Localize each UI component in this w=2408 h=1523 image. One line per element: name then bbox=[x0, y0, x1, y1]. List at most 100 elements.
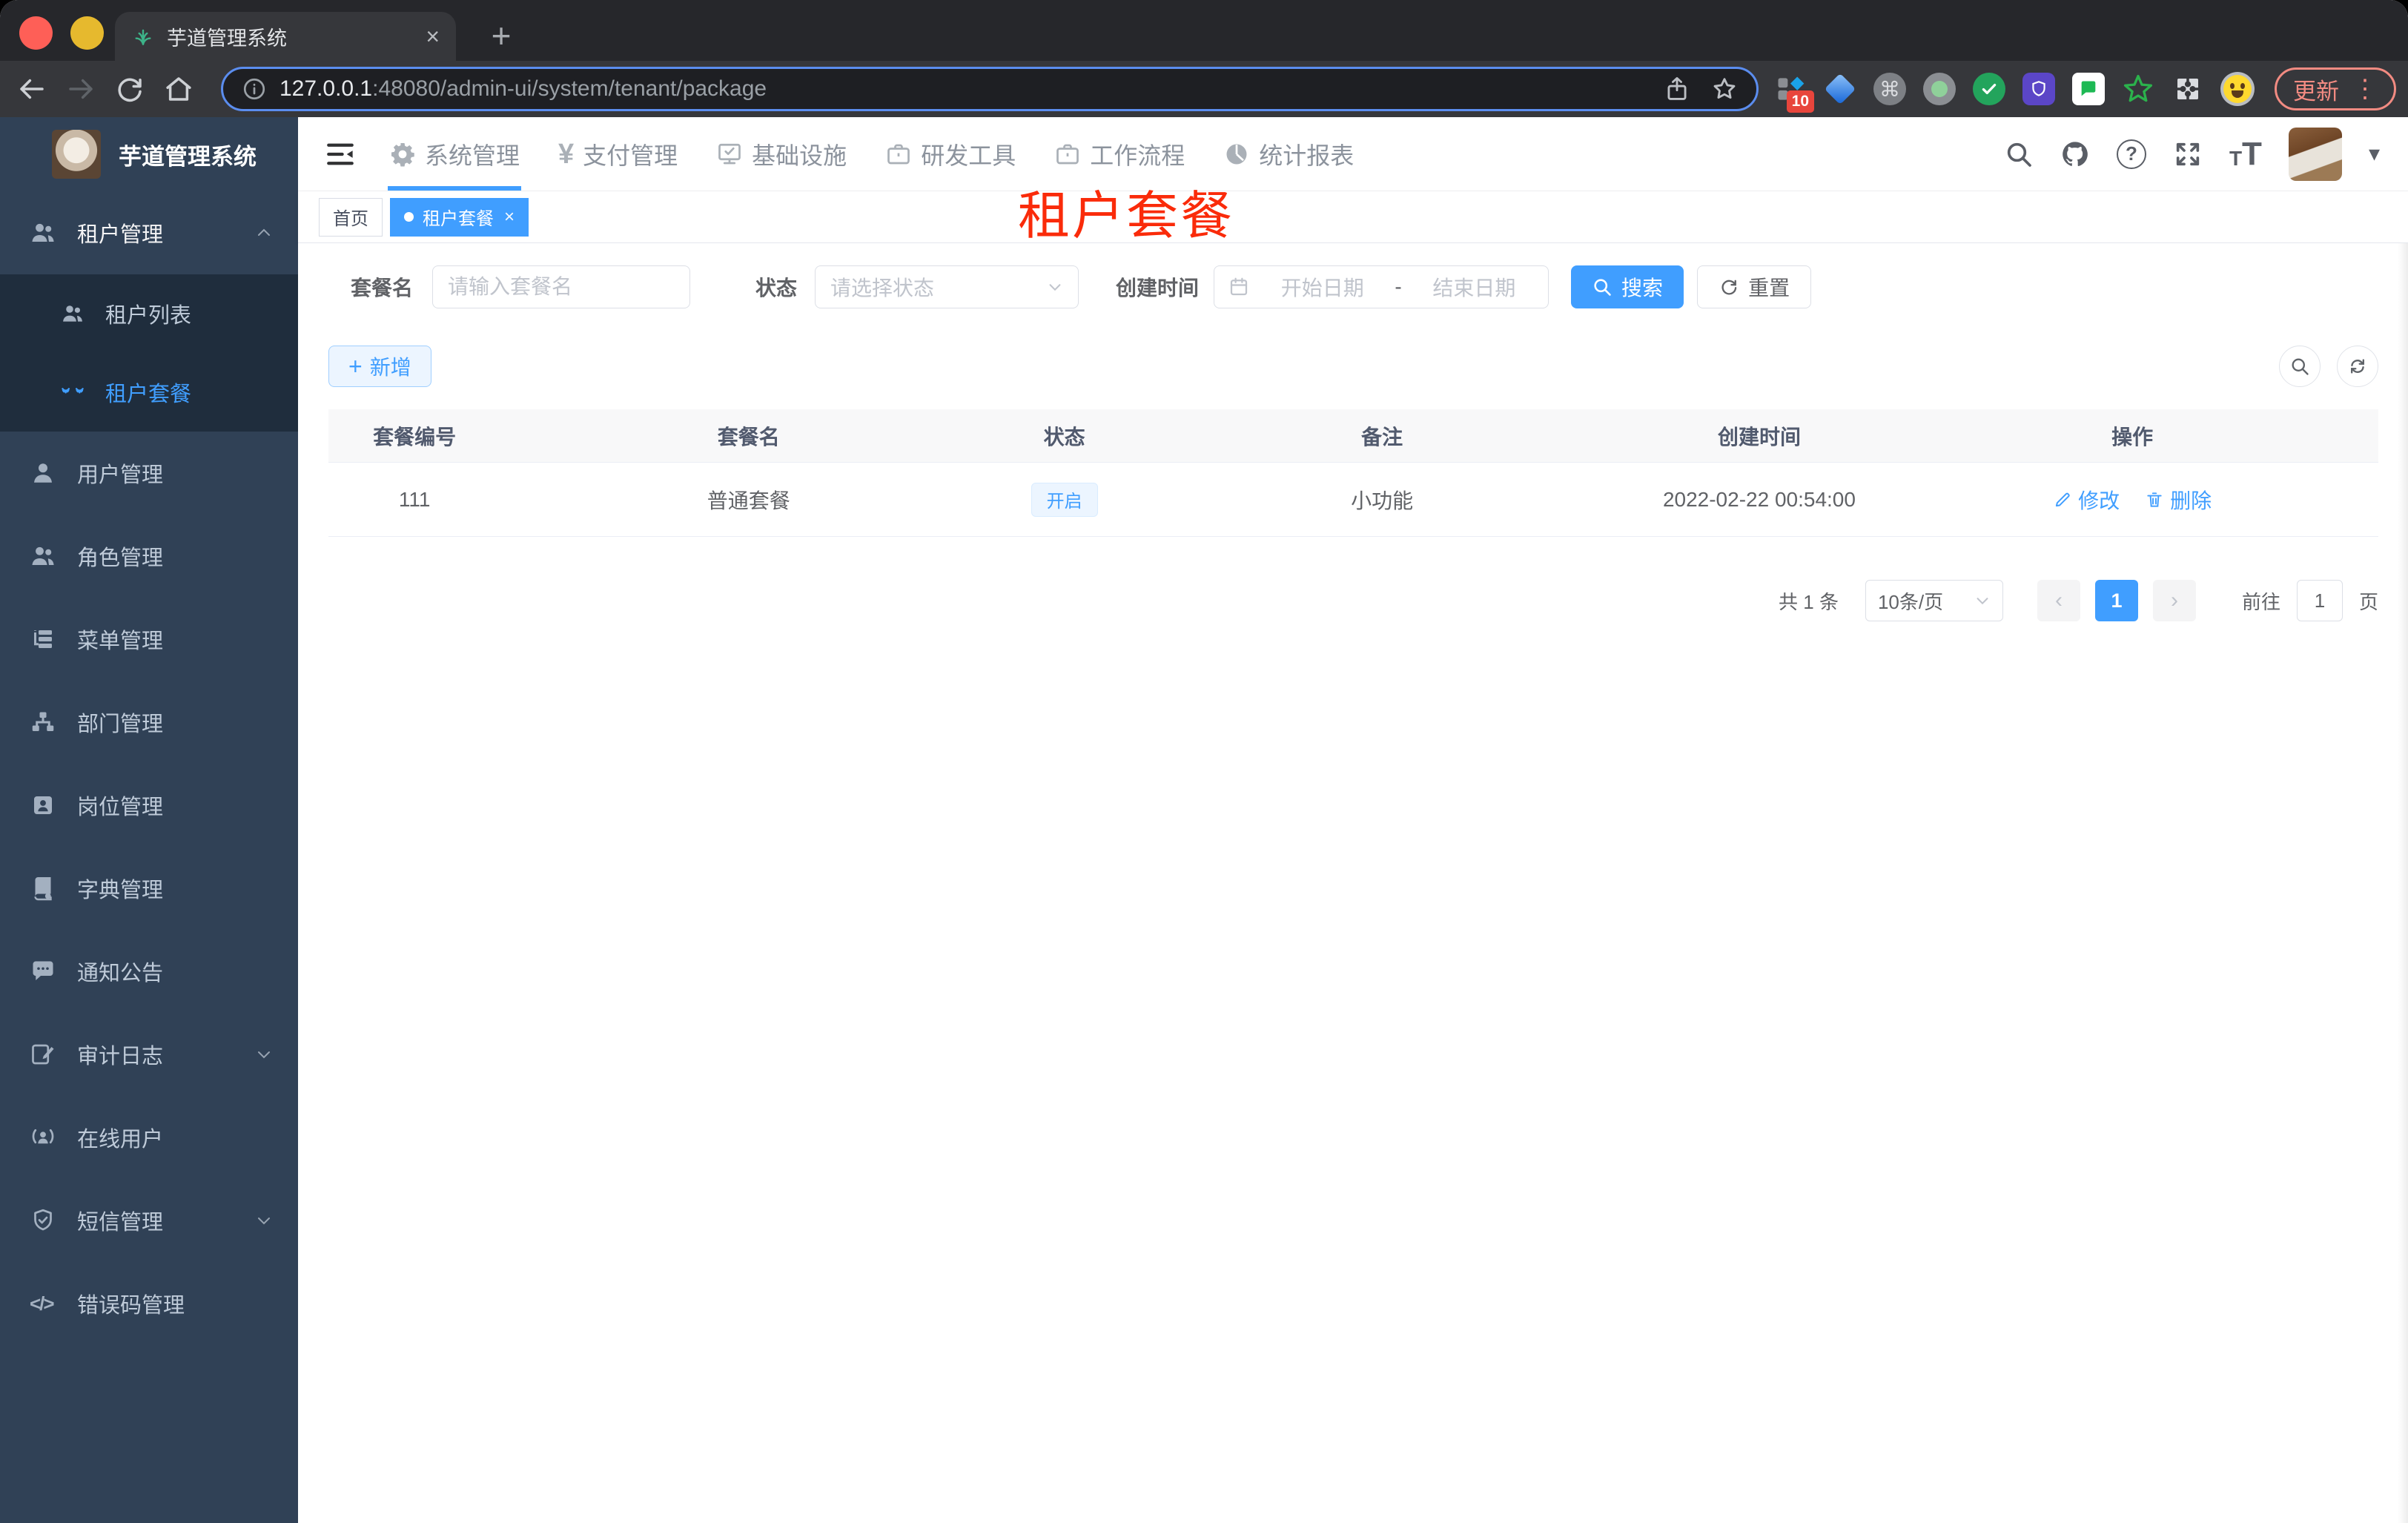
browser-tab[interactable]: 芋道管理系统 × bbox=[115, 12, 456, 61]
tab-close-icon[interactable]: × bbox=[426, 24, 440, 48]
browser-menu-icon[interactable]: ⋮ bbox=[2352, 76, 2378, 102]
browser-update-button[interactable]: 更新 ⋮ bbox=[2275, 67, 2396, 110]
delete-link[interactable]: 删除 bbox=[2145, 485, 2212, 515]
sidebar-submenu-tenant: 租户列表 租户套餐 bbox=[0, 274, 298, 432]
prev-page-button[interactable]: ‹ bbox=[2037, 580, 2080, 621]
cell-remark: 小功能 bbox=[1351, 489, 1414, 512]
app-title: 芋道管理系统 bbox=[119, 143, 257, 170]
extension-gem-icon[interactable] bbox=[1822, 71, 1858, 107]
search-icon[interactable] bbox=[2004, 139, 2034, 169]
pie-chart-icon bbox=[1226, 144, 1247, 164]
add-button[interactable]: + 新增 bbox=[328, 346, 431, 387]
sidebar-item-notice[interactable]: 通知公告 bbox=[0, 930, 298, 1013]
sidebar-item-audit-log[interactable]: 审计日志 bbox=[0, 1013, 298, 1096]
date-range-picker[interactable]: 开始日期 - 结束日期 bbox=[1214, 265, 1549, 308]
header-package-id[interactable]: 套餐编号 bbox=[328, 421, 500, 451]
top-nav-workflow[interactable]: 工作流程 bbox=[1053, 117, 1186, 191]
org-chart-icon bbox=[32, 712, 54, 731]
window-close-button[interactable] bbox=[19, 16, 53, 50]
sidebar-item-role-management[interactable]: 角色管理 bbox=[0, 515, 298, 598]
fullscreen-icon[interactable] bbox=[2173, 139, 2203, 169]
site-favicon-icon bbox=[135, 29, 151, 45]
top-nav-reports[interactable]: 统计报表 bbox=[1222, 117, 1355, 191]
status-select[interactable]: 请选择状态 bbox=[815, 265, 1079, 308]
page-number-current[interactable]: 1 bbox=[2094, 580, 2138, 621]
user-avatar[interactable] bbox=[2288, 127, 2342, 181]
tags-view: 首页 租户套餐 × bbox=[298, 191, 2408, 243]
extension-record-icon[interactable] bbox=[1922, 71, 1957, 107]
tag-tenant-package[interactable]: 租户套餐 × bbox=[390, 197, 529, 237]
message-bubble-icon bbox=[33, 961, 53, 980]
reset-button[interactable]: 重置 bbox=[1697, 265, 1812, 308]
extensions-puzzle-icon[interactable] bbox=[2170, 71, 2206, 107]
content-edge-shade bbox=[2398, 243, 2408, 1523]
next-page-button[interactable]: › bbox=[2152, 580, 2196, 621]
sidebar-item-error-code[interactable]: </> 错误码管理 bbox=[0, 1262, 298, 1345]
header-status[interactable]: 状态 bbox=[996, 421, 1131, 451]
edit-link[interactable]: 修改 bbox=[2053, 485, 2120, 515]
sidebar-item-user-management[interactable]: 用户管理 bbox=[0, 432, 298, 515]
url-bar[interactable]: 127.0.0.1:48080/admin-ui/system/tenant/p… bbox=[221, 67, 1759, 111]
url-text: 127.0.0.1:48080/admin-ui/system/tenant/p… bbox=[280, 76, 1644, 102]
bookmark-star-icon[interactable] bbox=[1710, 75, 1739, 103]
sidebar-item-tenant-package[interactable]: 租户套餐 bbox=[0, 353, 298, 432]
sidebar-item-online-users[interactable]: 在线用户 bbox=[0, 1096, 298, 1179]
help-icon[interactable]: ? bbox=[2116, 139, 2146, 169]
start-date-placeholder[interactable]: 开始日期 bbox=[1262, 272, 1383, 302]
sidebar-item-sms-management[interactable]: 短信管理 bbox=[0, 1179, 298, 1262]
forward-icon[interactable] bbox=[65, 73, 96, 105]
monitor-check-icon bbox=[718, 143, 741, 164]
create-time-label: 创建时间 bbox=[1116, 277, 1200, 300]
active-tab-indicator bbox=[388, 186, 522, 191]
sidebar-item-tenant-list[interactable]: 租户列表 bbox=[0, 274, 298, 353]
calendar-icon bbox=[1230, 277, 1248, 296]
github-icon[interactable] bbox=[2060, 139, 2090, 169]
active-dot bbox=[404, 212, 414, 222]
sidebar-item-menu-management[interactable]: 菜单管理 bbox=[0, 598, 298, 681]
home-icon[interactable] bbox=[163, 73, 194, 105]
top-nav-payment[interactable]: ¥ 支付管理 bbox=[557, 117, 679, 191]
browser-window: 芋道管理系统 × + 127.0.0.1:48080/admin-ui/syst… bbox=[0, 0, 2408, 1523]
page-size-select[interactable]: 10条/页 bbox=[1865, 580, 2003, 621]
extension-chat-icon[interactable] bbox=[2071, 71, 2106, 107]
top-nav-system[interactable]: 系统管理 bbox=[388, 117, 522, 191]
goto-page-input[interactable] bbox=[2296, 580, 2343, 621]
header-operations[interactable]: 操作 bbox=[1886, 421, 2378, 451]
page-annotation: 租户套餐 bbox=[1018, 187, 1234, 245]
end-date-placeholder[interactable]: 结束日期 bbox=[1414, 272, 1535, 302]
sidebar-collapse-icon[interactable] bbox=[322, 139, 358, 170]
show-search-button[interactable] bbox=[2279, 346, 2321, 387]
avatar-caret-icon[interactable]: ▾ bbox=[2369, 141, 2380, 167]
new-tab-button[interactable]: + bbox=[480, 15, 522, 56]
tag-home[interactable]: 首页 bbox=[319, 197, 383, 237]
text-size-icon[interactable]: TT bbox=[2229, 137, 2262, 170]
share-icon[interactable] bbox=[1663, 75, 1691, 103]
sidebar-item-post-management[interactable]: 岗位管理 bbox=[0, 764, 298, 847]
browser-tabbar: 芋道管理系统 × + bbox=[0, 0, 2408, 61]
extension-star-icon[interactable] bbox=[2120, 71, 2156, 107]
top-nav-dev-tools[interactable]: 研发工具 bbox=[884, 117, 1017, 191]
app-logo-row[interactable]: 芋道管理系统 bbox=[0, 117, 298, 191]
back-icon[interactable] bbox=[16, 73, 47, 105]
window-minimize-button[interactable] bbox=[70, 16, 104, 50]
package-name-input[interactable] bbox=[432, 265, 691, 308]
extension-badge: 10 bbox=[1786, 90, 1814, 113]
header-package-name[interactable]: 套餐名 bbox=[500, 421, 996, 451]
sidebar-item-dict-management[interactable]: 字典管理 bbox=[0, 847, 298, 930]
profile-avatar-icon[interactable] bbox=[2220, 71, 2255, 107]
extension-shield-icon[interactable] bbox=[2021, 71, 2057, 107]
sidebar-item-dept-management[interactable]: 部门管理 bbox=[0, 681, 298, 764]
refresh-table-button[interactable] bbox=[2337, 346, 2378, 387]
extension-tasks-icon[interactable]: 10 bbox=[1773, 71, 1814, 113]
extension-command-icon[interactable]: ⌘ bbox=[1872, 71, 1908, 107]
header-remark[interactable]: 备注 bbox=[1132, 421, 1633, 451]
header-created[interactable]: 创建时间 bbox=[1633, 421, 1887, 451]
search-button[interactable]: 搜索 bbox=[1571, 265, 1684, 308]
sidebar-item-tenant-management[interactable]: 租户管理 bbox=[0, 191, 298, 274]
top-nav-infrastructure[interactable]: 基础设施 bbox=[715, 117, 848, 191]
site-info-icon[interactable] bbox=[241, 76, 268, 102]
reload-icon[interactable] bbox=[114, 73, 145, 105]
tag-close-icon[interactable]: × bbox=[504, 207, 515, 228]
extension-check-icon[interactable] bbox=[1971, 71, 2007, 107]
chevron-down-icon bbox=[258, 1218, 270, 1225]
